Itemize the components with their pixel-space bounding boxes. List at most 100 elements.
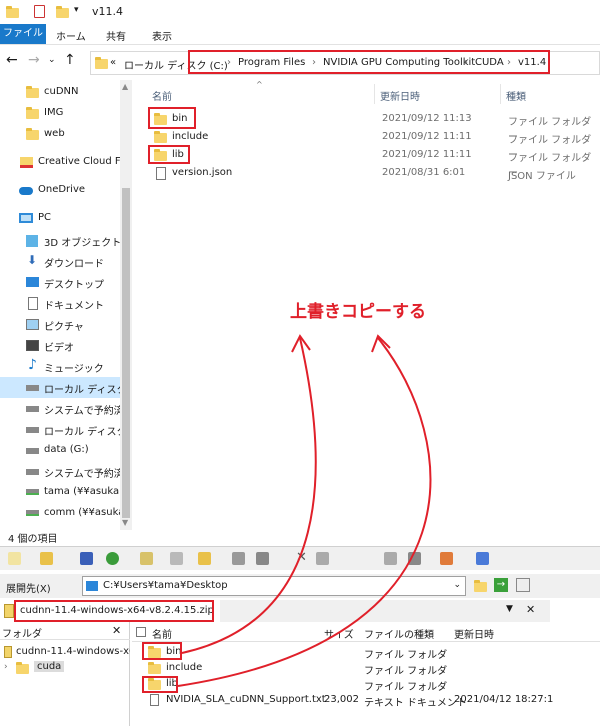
- view-icon[interactable]: [170, 552, 183, 565]
- tab-share[interactable]: 共有: [106, 28, 126, 43]
- expand-arrow-icon[interactable]: ›: [4, 662, 8, 672]
- scroll-down-icon[interactable]: ▼: [122, 518, 128, 527]
- save-icon[interactable]: [80, 552, 93, 565]
- extractor-row-sla[interactable]: NVIDIA_SLA_cuDNN_Support.txt 23,002 テキスト…: [132, 692, 600, 709]
- drive-icon: [26, 427, 39, 433]
- nav-item-system-reserved-1[interactable]: システムで予約済: [0, 398, 120, 419]
- properties-icon[interactable]: [384, 552, 397, 565]
- scroll-thumb[interactable]: [122, 188, 130, 518]
- column-header-type[interactable]: ファイルの種類: [364, 626, 434, 641]
- paste-icon[interactable]: [316, 552, 329, 565]
- test-icon[interactable]: [408, 552, 421, 565]
- tab-view[interactable]: 表示: [152, 28, 172, 43]
- music-icon: ♪: [28, 357, 37, 373]
- chevron-right-icon[interactable]: ›: [227, 57, 231, 68]
- nav-item-local-disk-c[interactable]: ローカル ディスク (C: [0, 377, 124, 398]
- column-header-date[interactable]: 更新日時: [380, 88, 420, 103]
- extractor-row-include[interactable]: include ファイル フォルダ: [132, 660, 600, 677]
- edit-icon[interactable]: [140, 552, 153, 565]
- nav-item-creative-cloud[interactable]: Creative Cloud File: [0, 152, 120, 173]
- new-folder-icon[interactable]: [56, 6, 69, 18]
- extractor-row-lib[interactable]: lib ファイル フォルダ: [132, 676, 600, 693]
- go-arrow-icon[interactable]: →: [494, 578, 508, 592]
- column-header-type[interactable]: 種類: [506, 88, 526, 103]
- properties-icon[interactable]: [34, 5, 45, 18]
- column-header-name[interactable]: 名前: [152, 626, 172, 641]
- nav-item-comm[interactable]: comm (¥¥asuka) (: [0, 503, 120, 524]
- back-arrow-icon[interactable]: ←: [6, 52, 18, 68]
- nav-item-cudnn[interactable]: cuDNN: [0, 82, 120, 103]
- nav-item-downloads[interactable]: ⬇ ダウンロード: [0, 251, 120, 272]
- nav-item-img[interactable]: IMG: [0, 103, 120, 124]
- breadcrumb-program-files[interactable]: Program Files: [238, 57, 305, 68]
- nav-item-label: システムで予約済: [44, 469, 120, 480]
- forward-arrow-icon[interactable]: →: [28, 52, 40, 68]
- file-row-lib[interactable]: lib 2021/09/12 11:11 ファイル フォルダー: [134, 146, 594, 179]
- tree-root[interactable]: cudnn-11.4-windows-x6: [0, 644, 130, 660]
- column-header-name[interactable]: 名前: [152, 88, 172, 103]
- nav-scrollbar[interactable]: ▲ ▼: [120, 80, 132, 530]
- file-type: ファイル フォルダ: [364, 650, 448, 661]
- extract-icon[interactable]: [106, 552, 119, 565]
- drive-icon: [26, 448, 39, 454]
- nav-item-music[interactable]: ♪ ミュージック: [0, 356, 120, 377]
- extractor-row-bin[interactable]: bin ファイル フォルダ: [132, 644, 600, 661]
- new-archive-icon[interactable]: [8, 552, 21, 565]
- select-all-checkbox[interactable]: [136, 627, 146, 637]
- file-row-bin[interactable]: bin 2021/09/12 11:13 ファイル フォルダー: [134, 110, 594, 143]
- nav-item-3d-objects[interactable]: 3D オブジェクト: [0, 230, 120, 251]
- tab-home[interactable]: ホーム: [56, 28, 86, 43]
- recent-chevron-icon[interactable]: ⌄: [48, 55, 56, 65]
- nav-item-pc[interactable]: PC: [0, 208, 120, 229]
- delete-icon[interactable]: ✕: [296, 550, 307, 565]
- nav-item-desktop[interactable]: デスクトップ: [0, 272, 120, 293]
- column-header-date[interactable]: 更新日時: [454, 626, 494, 641]
- layout-icon[interactable]: [476, 552, 489, 565]
- chevron-down-icon[interactable]: ⌄: [453, 580, 461, 590]
- tree-close-icon[interactable]: ✕: [112, 624, 121, 637]
- chevron-right-icon[interactable]: ›: [464, 57, 468, 68]
- nav-item-pictures[interactable]: ピクチャ: [0, 314, 120, 335]
- network-drive-icon: [26, 489, 39, 495]
- folder-icon: [154, 113, 167, 125]
- picture-icon: [26, 319, 39, 330]
- column-header-size[interactable]: サイズ: [324, 626, 354, 641]
- breadcrumb-nvidia[interactable]: NVIDIA GPU Computing Toolkit: [323, 57, 475, 68]
- nav-item-documents[interactable]: ドキュメント: [0, 293, 120, 314]
- destination-input[interactable]: C:¥Users¥tama¥Desktop ⌄: [82, 576, 466, 596]
- chevron-right-icon[interactable]: ›: [312, 57, 316, 68]
- cut-icon[interactable]: [256, 552, 269, 565]
- archive-tab[interactable]: cudnn-11.4-windows-x64-v8.2.4.15.zip: [0, 600, 220, 622]
- tree-item-cuda[interactable]: › cuda: [0, 660, 130, 676]
- tab-file[interactable]: ファイル: [0, 24, 46, 44]
- settings-icon[interactable]: [516, 578, 530, 592]
- folder-view-icon[interactable]: [198, 552, 211, 565]
- pc-icon: [19, 213, 33, 223]
- nav-item-system-reserved-2[interactable]: システムで予約済: [0, 461, 120, 482]
- copy-icon[interactable]: [232, 552, 245, 565]
- file-row-include[interactable]: include 2021/09/12 11:11 ファイル フォルダー: [134, 128, 594, 161]
- scroll-up-icon[interactable]: ▲: [122, 82, 128, 91]
- up-arrow-icon[interactable]: ↑: [64, 52, 76, 68]
- chevron-down-icon[interactable]: ▾: [74, 5, 79, 15]
- breadcrumb-c-drive[interactable]: ローカル ディスク (C:): [124, 57, 228, 72]
- column-divider[interactable]: [500, 84, 501, 104]
- chevron-right-icon[interactable]: ›: [507, 57, 511, 68]
- nav-item-local-disk-f[interactable]: ローカル ディスク (F: [0, 419, 120, 440]
- breadcrumb-cuda[interactable]: CUDA: [475, 57, 504, 68]
- column-divider[interactable]: [374, 84, 375, 104]
- file-type: JSON ファイル: [508, 171, 576, 182]
- file-row-version-json[interactable]: version.json 2021/08/31 6:01 JSON ファイル: [134, 164, 594, 182]
- nav-item-onedrive[interactable]: OneDrive: [0, 180, 120, 201]
- info-icon[interactable]: [440, 552, 453, 565]
- tab-close-icon[interactable]: ✕: [526, 603, 535, 616]
- breadcrumb-v114[interactable]: v11.4: [518, 57, 546, 68]
- open-icon[interactable]: [40, 552, 53, 565]
- browse-folder-icon[interactable]: [474, 580, 487, 592]
- tab-menu-icon[interactable]: ▼: [506, 604, 513, 614]
- nav-item-data-g[interactable]: data (G:): [0, 440, 120, 461]
- nav-item-web[interactable]: web: [0, 124, 120, 145]
- breadcrumb-overflow[interactable]: «: [110, 57, 116, 68]
- nav-item-tama[interactable]: tama (¥¥asuka) (: [0, 482, 120, 503]
- nav-item-videos[interactable]: ビデオ: [0, 335, 120, 356]
